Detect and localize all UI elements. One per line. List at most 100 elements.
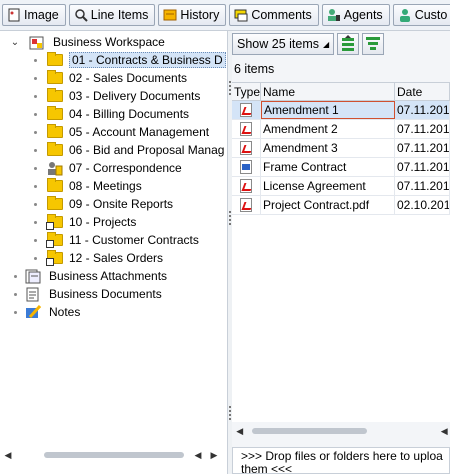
attachments-icon [25,269,41,284]
tree-node-label: Notes [49,305,81,319]
tree-node-label: Business Attachments [49,269,168,283]
show-items-dropdown[interactable]: Show 25 items ◢ [232,33,335,55]
correspondence-icon [47,161,63,176]
scroll-thumb[interactable] [44,452,184,458]
pdf-document-icon [240,122,252,136]
column-date[interactable]: Date [395,83,450,100]
scroll-left-icon[interactable]: ◀ [234,425,246,437]
tab-customer-label: Custo [414,8,448,22]
tree-folder[interactable]: 09 - Onsite Reports [34,195,173,213]
tree-horizontal-scrollbar[interactable]: ◀ ◀ ▶ [0,448,227,462]
pdf-document-icon [240,141,252,155]
tree-folder-label: 09 - Onsite Reports [69,197,174,211]
tab-agents[interactable]: Agents [321,4,390,26]
documents-icon [25,287,41,302]
tree-folder-label: 03 - Delivery Documents [69,89,201,103]
tree-folder-label: 04 - Billing Documents [69,107,190,121]
tree-folder[interactable]: 11 - Customer Contracts [34,231,199,249]
table-row[interactable]: Frame Contract 07.11.201 [232,158,450,177]
column-name[interactable]: Name [261,83,395,100]
tree-folder[interactable]: 03 - Delivery Documents [34,87,200,105]
scroll-left-icon[interactable]: ◀ [439,425,450,437]
tree-folder[interactable]: 07 - Correspondence [34,159,182,177]
documents-toolbar: Show 25 items ◢ [232,33,385,55]
tab-bar: Image Line Items History Comments Agents… [0,0,450,31]
scroll-right-icon[interactable]: ▶ [208,449,220,461]
table-row[interactable]: License Agreement 07.11.201 [232,177,450,196]
scroll-thumb[interactable] [251,428,367,434]
table-row[interactable]: Amendment 3 07.11.201 [232,139,450,158]
collapse-icon[interactable]: ⌄ [10,37,20,48]
date-cell: 07.11.201 [397,158,450,176]
tree-node[interactable]: Business Documents [14,285,162,303]
tab-line-items[interactable]: Line Items [68,4,156,26]
grid-horizontal-scrollbar[interactable]: ◀ ◀ [232,424,450,438]
tree-folder[interactable]: 12 - Sales Orders [34,249,163,267]
tab-history[interactable]: History [158,4,227,26]
name-cell: Project Contract.pdf [261,196,395,214]
tree-folder-label: 05 - Account Management [69,125,210,139]
date-cell: 07.11.201 [397,120,450,138]
tab-line-items-label: Line Items [90,8,149,22]
type-cell [232,101,261,119]
tree-folder-label: 06 - Bid and Proposal Manag [69,143,225,157]
folder-icon [47,106,63,120]
documents-grid: Type Name Date Amendment 1 07.11.201 Amend… [232,82,450,422]
tree-folder-label: 02 - Sales Documents [69,71,188,85]
date-cell: 07.11.201 [397,139,450,157]
folder-icon [47,178,63,192]
linked-folder-icon [46,250,63,266]
scroll-left-icon[interactable]: ◀ [192,449,204,461]
tree-folder[interactable]: 08 - Meetings [34,177,142,195]
tree-folder[interactable]: 02 - Sales Documents [34,69,187,87]
tree-folder-label: 11 - Customer Contracts [69,233,199,247]
folder-icon [47,124,63,138]
agents-icon [327,8,341,22]
type-cell [232,177,261,195]
tree-folder-label: 01 - Contracts & Business D [69,52,226,68]
history-icon [163,8,177,22]
upload-dropzone[interactable]: >>> Drop files or folders here to uploa … [232,447,450,474]
table-row[interactable]: Project Contract.pdf 02.10.201 [232,196,450,215]
tree-folder[interactable]: 10 - Projects [34,213,136,231]
column-type[interactable]: Type [232,83,261,100]
line-items-icon [74,8,88,22]
filter-button[interactable] [362,33,385,55]
linked-folder-icon [46,232,63,248]
tree-folder[interactable]: 01 - Contracts & Business D [34,51,226,69]
workspace-icon [29,35,45,50]
table-row[interactable]: Amendment 2 07.11.201 [232,120,450,139]
pdf-document-icon [240,179,252,193]
expand-all-button[interactable] [337,33,360,55]
type-cell [232,120,261,138]
word-document-icon [240,160,252,174]
name-cell: License Agreement [261,177,395,195]
notes-icon [25,304,42,320]
scroll-left-icon[interactable]: ◀ [2,449,14,461]
tree-folder[interactable]: 06 - Bid and Proposal Manag [34,141,224,159]
table-row[interactable]: Amendment 1 07.11.201 [232,101,450,120]
tree-folder[interactable]: 04 - Billing Documents [34,105,189,123]
tree-node-label: Business Documents [49,287,162,301]
tab-image[interactable]: Image [2,4,66,26]
dropdown-arrow-icon: ◢ [322,39,330,49]
pdf-document-icon [240,103,252,117]
tab-comments[interactable]: Comments [229,4,319,26]
grid-header: Type Name Date [232,83,450,101]
tree-node[interactable]: Business Attachments [14,267,167,285]
tab-image-label: Image [24,8,59,22]
tree-folder-label: 10 - Projects [69,215,137,229]
image-icon [7,8,21,22]
tree-folder[interactable]: 05 - Account Management [34,123,209,141]
name-cell: Frame Contract [261,158,395,176]
pdf-document-icon [240,198,252,212]
folder-icon [47,196,63,210]
tree-root[interactable]: ⌄ Business Workspace [10,33,165,51]
tree-node[interactable]: Notes [14,303,80,321]
tab-agents-label: Agents [343,8,383,22]
tab-customer[interactable]: Custo [392,4,450,26]
folder-icon [47,70,63,84]
comments-icon [234,8,248,22]
tree-folder-label: 12 - Sales Orders [69,251,164,265]
date-cell: 02.10.201 [397,196,450,214]
